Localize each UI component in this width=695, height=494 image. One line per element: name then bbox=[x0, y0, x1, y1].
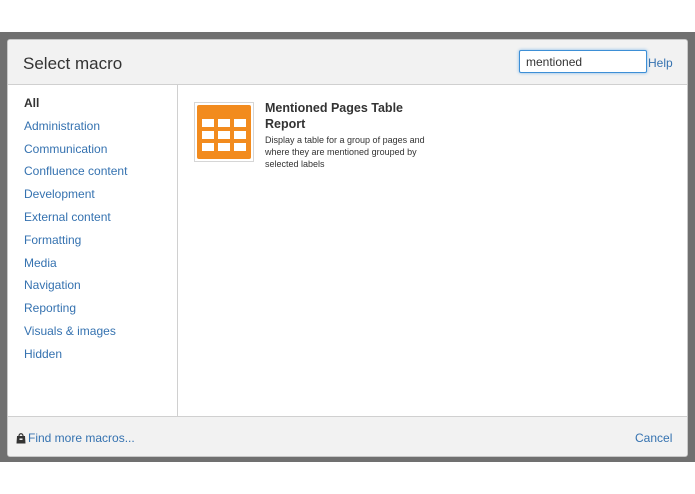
category-confluence-content[interactable]: Confluence content bbox=[24, 164, 177, 187]
category-navigation[interactable]: Navigation bbox=[24, 278, 177, 301]
page-background-top bbox=[0, 0, 695, 32]
page-background-bottom bbox=[0, 462, 695, 494]
category-hidden[interactable]: Hidden bbox=[24, 347, 177, 370]
macro-description: Display a table for a group of pages and… bbox=[265, 135, 425, 169]
category-communication[interactable]: Communication bbox=[24, 142, 177, 165]
category-all[interactable]: All bbox=[24, 96, 177, 119]
dialog-header: Select macro Help bbox=[8, 40, 687, 85]
category-media[interactable]: Media bbox=[24, 256, 177, 279]
dialog-title: Select macro bbox=[23, 54, 123, 73]
find-more-macros-label: Find more macros... bbox=[28, 431, 135, 445]
category-development[interactable]: Development bbox=[24, 187, 177, 210]
macro-results: Mentioned Pages Table Report Display a t… bbox=[178, 85, 687, 416]
marketplace-bag-icon bbox=[16, 432, 26, 447]
table-icon bbox=[194, 102, 254, 162]
macro-name: Mentioned Pages Table Report bbox=[265, 101, 403, 131]
help-link[interactable]: Help bbox=[648, 56, 673, 70]
category-visuals-images[interactable]: Visuals & images bbox=[24, 324, 177, 347]
category-reporting[interactable]: Reporting bbox=[24, 301, 177, 324]
cancel-button[interactable]: Cancel bbox=[635, 431, 672, 445]
category-administration[interactable]: Administration bbox=[24, 119, 177, 142]
macro-result-item[interactable]: Mentioned Pages Table Report Display a t… bbox=[194, 100, 434, 170]
select-macro-dialog: Select macro Help All Administration Com… bbox=[7, 39, 688, 457]
macro-search-input[interactable] bbox=[519, 50, 647, 73]
category-sidebar: All Administration Communication Conflue… bbox=[8, 85, 178, 416]
category-formatting[interactable]: Formatting bbox=[24, 233, 177, 256]
category-external-content[interactable]: External content bbox=[24, 210, 177, 233]
dialog-footer: Find more macros... Cancel bbox=[8, 416, 687, 456]
find-more-macros-link[interactable]: Find more macros... bbox=[16, 431, 135, 447]
